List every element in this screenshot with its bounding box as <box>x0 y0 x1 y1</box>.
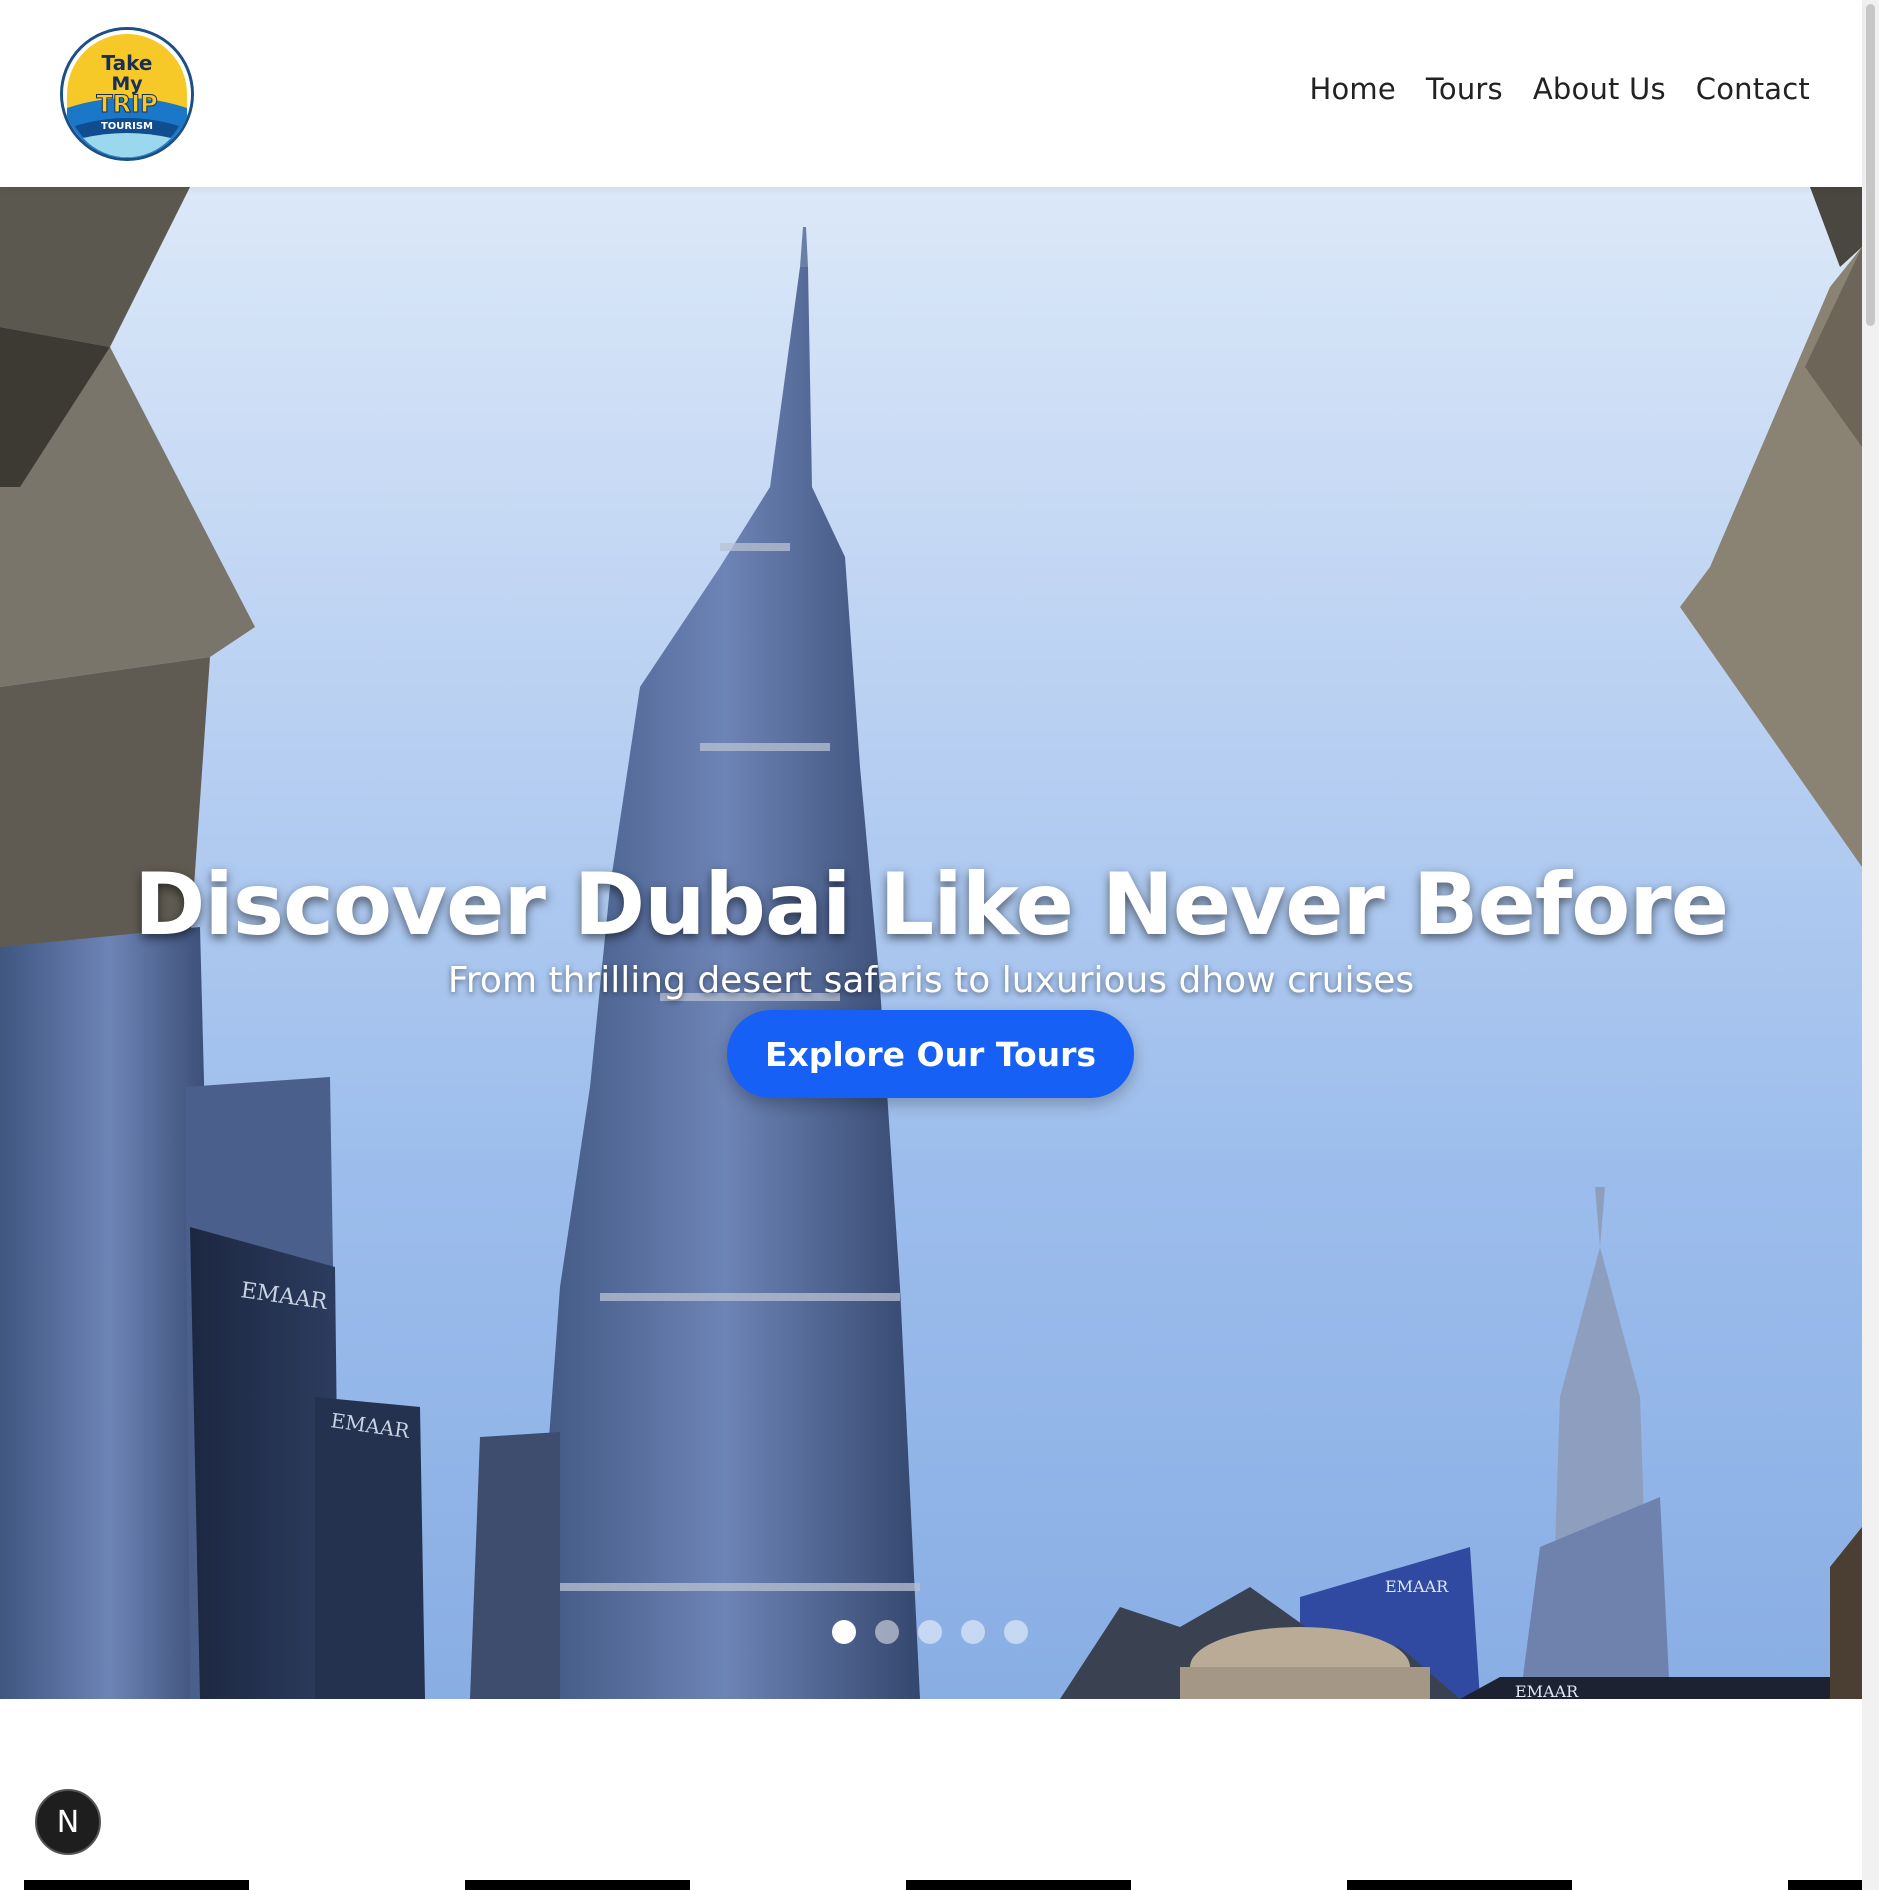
brand-logo[interactable]: Take My TRIP TOURISM <box>60 27 194 161</box>
tour-cards-row <box>0 1880 1862 1890</box>
carousel-indicators <box>832 1620 1028 1644</box>
scrollbar-thumb[interactable] <box>1866 4 1875 326</box>
hero-subtitle: From thrilling desert safaris to luxurio… <box>447 960 1415 1001</box>
page-scrollbar[interactable] <box>1862 0 1879 1890</box>
carousel-dot-1[interactable] <box>832 1620 856 1644</box>
nav-contact[interactable]: Contact <box>1696 72 1810 106</box>
nextjs-dev-icon[interactable]: N <box>35 1789 101 1855</box>
hero-title: Discover Dubai Like Never Before <box>133 854 1729 955</box>
explore-tours-button[interactable]: Explore Our Tours <box>727 1010 1134 1098</box>
building-sign-emaar-4: EMAAR <box>1515 1682 1579 1699</box>
carousel-dot-2[interactable] <box>875 1620 899 1644</box>
carousel-dot-5[interactable] <box>1004 1620 1028 1644</box>
logo-text-take: Take <box>102 51 153 75</box>
logo-text-tourism: TOURISM <box>101 121 153 132</box>
tour-card[interactable] <box>24 1880 249 1890</box>
carousel-dot-3[interactable] <box>918 1620 942 1644</box>
hero-carousel: EMAAR EMAAR EMAAR EMAAR Discover Dubai L… <box>0 187 1862 1699</box>
site-header: Take My TRIP TOURISM Home Tours About Us… <box>0 0 1862 187</box>
main-nav: Home Tours About Us Contact <box>1309 72 1810 106</box>
tour-card[interactable] <box>1788 1880 1862 1890</box>
tour-card[interactable] <box>465 1880 690 1890</box>
nav-home[interactable]: Home <box>1309 72 1395 106</box>
tour-card[interactable] <box>906 1880 1131 1890</box>
logo-graphic: Take My TRIP TOURISM <box>63 30 191 158</box>
logo-text-trip: TRIP <box>96 90 157 118</box>
nav-about[interactable]: About Us <box>1533 72 1666 106</box>
building-sign-emaar-3: EMAAR <box>1385 1577 1449 1596</box>
tour-card[interactable] <box>1347 1880 1572 1890</box>
carousel-dot-4[interactable] <box>961 1620 985 1644</box>
nav-tours[interactable]: Tours <box>1426 72 1503 106</box>
